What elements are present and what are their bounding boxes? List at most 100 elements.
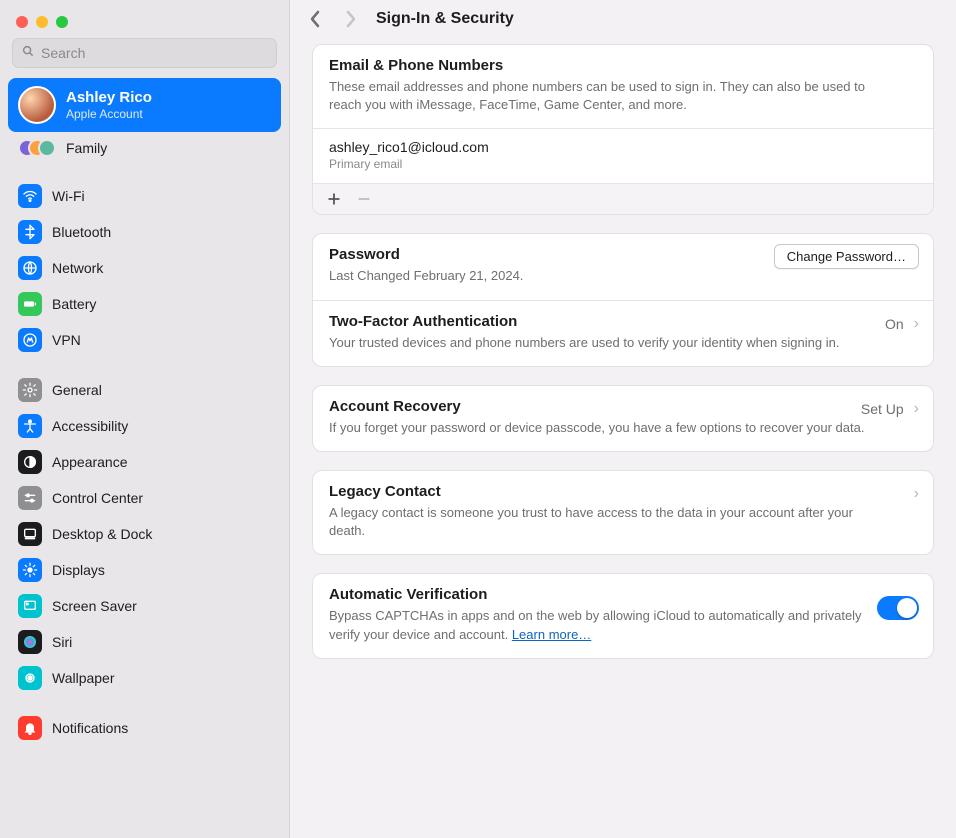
- sidebar-item-label: Siri: [52, 634, 72, 650]
- wall-icon: [18, 666, 42, 690]
- section-description: These email addresses and phone numbers …: [329, 78, 917, 114]
- scr-icon: [18, 594, 42, 618]
- account-recovery-row[interactable]: Account Recovery If you forget your pass…: [313, 386, 933, 451]
- forward-button[interactable]: [342, 10, 360, 28]
- password-section: Password Last Changed February 21, 2024.…: [313, 234, 933, 299]
- change-password-button[interactable]: Change Password…: [774, 244, 919, 269]
- family-avatar-stack: [18, 139, 56, 157]
- section-description: Bypass CAPTCHAs in apps and on the web b…: [329, 607, 917, 643]
- sidebar-item-screensaver[interactable]: Screen Saver: [8, 588, 281, 624]
- sidebar-item-wallpaper[interactable]: Wallpaper: [8, 660, 281, 696]
- siri-icon: [18, 630, 42, 654]
- two-factor-status: On: [885, 316, 904, 332]
- sidebar-item-label: Bluetooth: [52, 224, 111, 240]
- account-subtitle: Apple Account: [66, 107, 152, 121]
- sidebar-item-appearance[interactable]: Appearance: [8, 444, 281, 480]
- section-description: Last Changed February 21, 2024.: [329, 267, 917, 285]
- chevron-right-icon: ›: [914, 400, 919, 418]
- globe-icon: [18, 256, 42, 280]
- sidebar-item-wifi[interactable]: Wi-Fi: [8, 178, 281, 214]
- sidebar-item-label: Appearance: [52, 454, 128, 470]
- email-phone-header: Email & Phone Numbers These email addres…: [313, 45, 933, 128]
- sidebar-item-apple-account[interactable]: Ashley Rico Apple Account: [8, 78, 281, 132]
- sidebar-item-family[interactable]: Family: [8, 132, 281, 164]
- section-title: Email & Phone Numbers: [329, 57, 917, 74]
- sidebar-item-label: Control Center: [52, 490, 143, 506]
- sidebar-item-accessibility[interactable]: Accessibility: [8, 408, 281, 444]
- sidebar-item-notifications[interactable]: Notifications: [8, 710, 281, 746]
- add-remove-bar: [313, 183, 933, 214]
- primary-email-label: Primary email: [329, 157, 917, 171]
- sidebar-item-controlcenter[interactable]: Control Center: [8, 480, 281, 516]
- access-icon: [18, 414, 42, 438]
- page-title: Sign-In & Security: [376, 10, 514, 28]
- back-button[interactable]: [306, 10, 324, 28]
- sidebar: Ashley Rico Apple Account Family Wi-Fi Bl…: [0, 0, 290, 838]
- sidebar-item-label: General: [52, 382, 102, 398]
- section-title: Two-Factor Authentication: [329, 313, 917, 330]
- sidebar-item-label: Battery: [52, 296, 96, 312]
- sidebar-item-label: Displays: [52, 562, 105, 578]
- legacy-contact-card: Legacy Contact A legacy contact is someo…: [312, 470, 934, 555]
- display-icon: [18, 558, 42, 582]
- sidebar-item-label: Network: [52, 260, 103, 276]
- two-factor-row[interactable]: Two-Factor Authentication Your trusted d…: [313, 300, 933, 366]
- sidebar-item-label: Wi-Fi: [52, 188, 85, 204]
- primary-email-row[interactable]: ashley_rico1@icloud.com Primary email: [313, 128, 933, 183]
- section-title: Automatic Verification: [329, 586, 917, 603]
- sidebar-item-label: Accessibility: [52, 418, 128, 434]
- sidebar-item-vpn[interactable]: VPN: [8, 322, 281, 358]
- sidebar-item-general[interactable]: General: [8, 372, 281, 408]
- search-input[interactable]: [41, 45, 268, 61]
- remove-button: [353, 188, 375, 210]
- account-recovery-card: Account Recovery If you forget your pass…: [312, 385, 934, 452]
- section-title: Legacy Contact: [329, 483, 917, 500]
- battery-icon: [18, 292, 42, 316]
- appearance-icon: [18, 450, 42, 474]
- minimize-window-button[interactable]: [36, 16, 48, 28]
- automatic-verification-card: Automatic Verification Bypass CAPTCHAs i…: [312, 573, 934, 658]
- section-description: If you forget your password or device pa…: [329, 419, 917, 437]
- sidebar-item-siri[interactable]: Siri: [8, 624, 281, 660]
- sidebar-item-label: Screen Saver: [52, 598, 137, 614]
- section-title: Account Recovery: [329, 398, 917, 415]
- section-description: Your trusted devices and phone numbers a…: [329, 334, 917, 352]
- sidebar-item-battery[interactable]: Battery: [8, 286, 281, 322]
- vpn-icon: [18, 328, 42, 352]
- search-field[interactable]: [12, 38, 277, 68]
- sidebar-item-network[interactable]: Network: [8, 250, 281, 286]
- automatic-verification-row: Automatic Verification Bypass CAPTCHAs i…: [313, 574, 933, 657]
- dock-icon: [18, 522, 42, 546]
- window-controls: [0, 8, 289, 38]
- email-phone-card: Email & Phone Numbers These email addres…: [312, 44, 934, 215]
- recovery-status: Set Up: [861, 401, 904, 417]
- user-avatar: [18, 86, 56, 124]
- zoom-window-button[interactable]: [56, 16, 68, 28]
- bell-icon: [18, 716, 42, 740]
- add-button[interactable]: [323, 188, 345, 210]
- password-card: Password Last Changed February 21, 2024.…: [312, 233, 934, 366]
- primary-email-value: ashley_rico1@icloud.com: [329, 139, 917, 155]
- cc-icon: [18, 486, 42, 510]
- bluetooth-icon: [18, 220, 42, 244]
- sidebar-item-label: Notifications: [52, 720, 128, 736]
- search-icon: [21, 44, 35, 63]
- gear-icon: [18, 378, 42, 402]
- sidebar-item-label: Wallpaper: [52, 670, 115, 686]
- sidebar-item-displays[interactable]: Displays: [8, 552, 281, 588]
- sidebar-item-label: VPN: [52, 332, 81, 348]
- section-description: A legacy contact is someone you trust to…: [329, 504, 917, 540]
- sidebar-item-label: Family: [66, 140, 107, 156]
- chevron-right-icon: ›: [914, 315, 919, 333]
- wifi-icon: [18, 184, 42, 208]
- sidebar-item-label: Desktop & Dock: [52, 526, 152, 542]
- close-window-button[interactable]: [16, 16, 28, 28]
- sidebar-item-bluetooth[interactable]: Bluetooth: [8, 214, 281, 250]
- legacy-contact-row[interactable]: Legacy Contact A legacy contact is someo…: [313, 471, 933, 554]
- learn-more-link[interactable]: Learn more…: [512, 627, 591, 642]
- content-pane: Sign-In & Security Email & Phone Numbers…: [290, 0, 956, 838]
- sidebar-item-desktopdock[interactable]: Desktop & Dock: [8, 516, 281, 552]
- automatic-verification-toggle[interactable]: [877, 596, 919, 620]
- account-name: Ashley Rico: [66, 89, 152, 107]
- titlebar: Sign-In & Security: [290, 0, 956, 34]
